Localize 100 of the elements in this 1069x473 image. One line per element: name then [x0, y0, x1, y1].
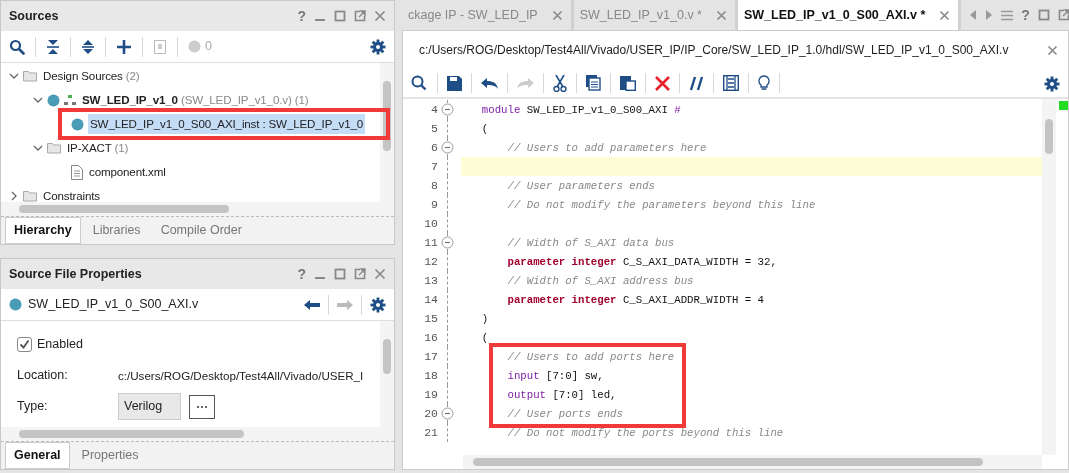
line-number: 21: [423, 425, 439, 441]
paste-icon[interactable]: [620, 75, 636, 91]
scroll-right-icon[interactable]: [985, 10, 994, 20]
close-icon[interactable]: [374, 268, 386, 280]
folder-icon: [47, 142, 61, 154]
line-number: 18: [423, 368, 439, 384]
chevron-down-icon[interactable]: [9, 71, 19, 81]
editor-tab[interactable]: SW_LED_IP_v1_0_S00_AXI.v *: [738, 0, 962, 30]
field-label: Location:: [17, 367, 69, 385]
delete-icon[interactable]: [655, 75, 670, 91]
close-icon[interactable]: [939, 9, 951, 21]
comment-toggle-icon[interactable]: [689, 75, 704, 91]
code-line: (: [480, 122, 489, 137]
lightbulb-icon[interactable]: [758, 75, 770, 91]
line-number: 10: [423, 216, 439, 232]
vertical-scrollbar[interactable]: [380, 321, 394, 427]
cut-icon[interactable]: [553, 74, 567, 92]
collapse-all-icon[interactable]: [46, 38, 60, 55]
copy-icon[interactable]: [586, 75, 601, 91]
status-marker: [1059, 101, 1068, 110]
vertical-scrollbar[interactable]: [380, 63, 394, 202]
add-icon[interactable]: [116, 38, 132, 55]
panel-tab[interactable]: Properties: [73, 443, 147, 468]
tree-item[interactable]: IP-XACT (1): [65, 138, 131, 158]
panel-tab[interactable]: General: [5, 442, 70, 469]
save-icon[interactable]: [447, 75, 462, 91]
checkbox[interactable]: [17, 337, 32, 352]
line-number: 14: [423, 292, 439, 308]
float-icon[interactable]: [1057, 9, 1069, 21]
hierarchy-icon: [64, 94, 76, 106]
line-number: 16: [423, 330, 439, 346]
location-value: c:/Users/ROG/Desktop/Test4All/Vivado/USER_I: [118, 367, 364, 384]
line-number: 7: [430, 159, 439, 175]
undo-icon[interactable]: [481, 76, 498, 90]
line-number: 4: [430, 102, 439, 118]
code-line: // Width of S_AXI data bus: [506, 236, 675, 251]
browse-button[interactable]: ⋯: [189, 394, 215, 419]
settings-icon[interactable]: [370, 296, 386, 313]
code-line: // Do not modify the ports beyond this line: [506, 426, 784, 441]
float-icon[interactable]: [354, 10, 366, 22]
close-icon[interactable]: [551, 9, 563, 21]
chevron-down-icon[interactable]: [33, 95, 43, 105]
line-number: 13: [423, 273, 439, 289]
settings-icon[interactable]: [1044, 75, 1060, 92]
help-button[interactable]: ?: [297, 5, 306, 27]
tree-item[interactable]: Design Sources (2): [41, 66, 142, 86]
code-line: // Do not modify the parameters beyond this line: [506, 198, 816, 213]
fold-icon[interactable]: [441, 236, 454, 249]
close-icon[interactable]: [374, 10, 386, 22]
code-line: // User parameters ends: [506, 179, 655, 194]
vertical-scrollbar[interactable]: [1042, 99, 1056, 455]
back-arrow-icon[interactable]: [304, 298, 320, 311]
chevron-down-icon[interactable]: [33, 143, 43, 153]
maximize-icon[interactable]: [334, 268, 346, 280]
menu-icon[interactable]: [1001, 9, 1014, 21]
code-line: // Width of S_AXI address bus: [506, 274, 694, 289]
tree-item[interactable]: component.xml: [87, 162, 168, 182]
horizontal-scrollbar[interactable]: [1, 202, 394, 216]
maximize-icon[interactable]: [1037, 9, 1050, 21]
code-line: // Users to add ports here: [506, 350, 675, 365]
file-name: SW_LED_IP_v1_0_S00_AXI.v: [28, 296, 199, 314]
fold-icon[interactable]: [441, 103, 454, 116]
search-icon[interactable]: [411, 75, 428, 91]
panel-tab[interactable]: Hierarchy: [5, 217, 81, 244]
search-icon[interactable]: [9, 38, 25, 55]
status-dot-icon: [9, 298, 22, 311]
fold-icon[interactable]: [441, 407, 454, 420]
file-path: c:/Users/ROG/Desktop/Test4All/Vivado/USER_IP/IP_Core/SW_LED_IP_1.0/hdl/SW_LED_IP_v1_0_S00_AXI.v: [419, 42, 1009, 59]
horizontal-scrollbar[interactable]: [463, 455, 1042, 469]
line-number: 11: [423, 235, 439, 251]
settings-icon[interactable]: [370, 39, 386, 56]
line-number: 5: [430, 121, 439, 137]
block-select-icon[interactable]: [723, 75, 739, 91]
file-icon: [71, 164, 83, 180]
folder-icon: [23, 70, 37, 82]
scroll-left-icon[interactable]: [969, 10, 978, 20]
check-icon: [19, 339, 30, 350]
panel-title: Source File Properties: [9, 265, 142, 283]
line-number: 20: [423, 406, 439, 422]
type-field[interactable]: Verilog: [118, 393, 181, 420]
float-icon[interactable]: [354, 268, 366, 280]
panel-tab[interactable]: Libraries: [84, 218, 149, 243]
maximize-icon[interactable]: [334, 10, 346, 22]
tree-item[interactable]: SW_LED_IP_v1_0_S00_AXI_inst : SW_LED_IP_v1_0: [88, 114, 366, 134]
tree-item[interactable]: Constraints: [41, 186, 102, 202]
chevron-right-icon[interactable]: [9, 191, 19, 201]
help-button[interactable]: ?: [1021, 4, 1030, 26]
status-dot-icon: [71, 117, 84, 131]
close-icon[interactable]: [1047, 45, 1058, 57]
tree-item[interactable]: SW_LED_IP_v1_0 (SW_LED_IP_v1_0.v) (1): [80, 90, 311, 110]
close-icon[interactable]: [716, 9, 727, 21]
code-line: output [7:0] led,: [506, 388, 617, 403]
help-button[interactable]: ?: [297, 263, 306, 285]
horizontal-scrollbar[interactable]: [1, 427, 394, 441]
fold-icon[interactable]: [441, 141, 454, 154]
status-dot-icon: [47, 93, 60, 107]
line-number: 8: [430, 178, 439, 194]
panel-tab[interactable]: Compile Order: [152, 218, 250, 243]
line-number: 6: [430, 140, 439, 156]
expand-all-icon[interactable]: [81, 38, 95, 55]
